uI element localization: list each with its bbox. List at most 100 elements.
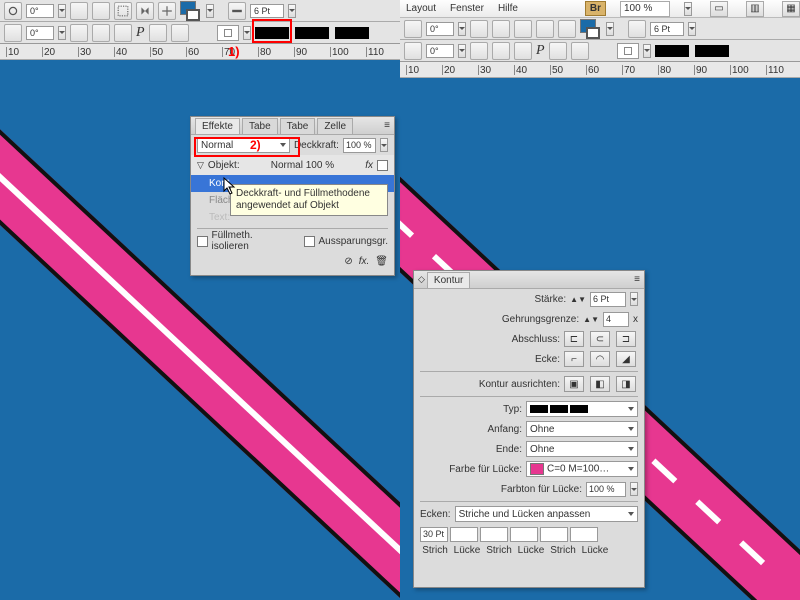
stroke-weight-input-r[interactable]: 6 Pt [650, 22, 684, 36]
gap-input-3[interactable] [570, 527, 598, 542]
tool-icon-a[interactable] [70, 2, 88, 20]
stroke-style-none[interactable] [217, 25, 239, 41]
angle-drop-2r[interactable] [458, 44, 466, 58]
gap-input-1[interactable] [450, 527, 478, 542]
join-bevel-icon[interactable]: ◢ [616, 351, 636, 367]
stroke-sample-2[interactable] [295, 27, 329, 39]
tab-kontur[interactable]: Kontur [427, 272, 470, 288]
isolate-blend-checkbox[interactable] [197, 236, 208, 247]
fill-stroke-swatch[interactable] [180, 1, 202, 21]
cap-butt-icon[interactable]: ⊏ [564, 331, 584, 347]
end-select[interactable]: Ohne [526, 441, 638, 457]
dotted-frame-icon[interactable] [114, 2, 132, 20]
menu-fenster[interactable]: Fenster [450, 3, 484, 14]
arrange-icon[interactable]: ▥ [746, 1, 764, 17]
stroke-style-drop-r[interactable] [643, 44, 651, 58]
stroke-style-none-r[interactable] [617, 43, 639, 59]
paragraph-icon-r[interactable]: P [536, 43, 545, 59]
flip-h-icon[interactable] [136, 2, 154, 20]
stroke-panel-menu-icon[interactable]: ≡ [634, 274, 640, 285]
tab-tabe2[interactable]: Tabe [280, 118, 316, 134]
align-icon-r[interactable] [558, 20, 576, 38]
tool-re[interactable] [514, 42, 532, 60]
gehrung-input[interactable]: 4 [603, 312, 629, 327]
distort-icon-r[interactable] [571, 42, 589, 60]
fx-checkbox[interactable] [377, 160, 388, 171]
tool-icon-e[interactable] [114, 24, 132, 42]
cap-round-icon[interactable]: ⊂ [590, 331, 610, 347]
paragraph-icon[interactable]: P [136, 25, 145, 41]
tool-icon-ra[interactable] [470, 20, 488, 38]
menu-hilfe[interactable]: Hilfe [498, 3, 518, 14]
knockout-checkbox[interactable] [304, 236, 315, 247]
corners-select[interactable]: Striche und Lücken anpassen [455, 506, 638, 522]
rotate-icon-r[interactable] [404, 20, 422, 38]
screen-mode-icon[interactable]: ▭ [710, 1, 728, 17]
tool-icon-d[interactable] [92, 24, 110, 42]
fill-stroke-swatch-r[interactable] [580, 19, 602, 39]
cap-project-icon[interactable]: ⊐ [616, 331, 636, 347]
swatch-drop[interactable] [206, 4, 214, 18]
align-icon[interactable] [158, 2, 176, 20]
bridge-icon[interactable]: Br [585, 1, 606, 16]
angle-input-2[interactable]: 0° [26, 26, 54, 40]
opacity-drop[interactable] [380, 138, 388, 152]
swatch-drop-r[interactable] [606, 22, 614, 36]
angle-drop-1r[interactable] [458, 22, 466, 36]
angle-input-2r[interactable]: 0° [426, 44, 454, 58]
distort-icon[interactable] [171, 24, 189, 42]
flip-v-icon[interactable] [149, 24, 167, 42]
shear-icon[interactable] [4, 24, 22, 42]
shear-icon-r[interactable] [404, 42, 422, 60]
fx-icon[interactable]: fx [365, 160, 373, 171]
staerke-input[interactable]: 6 Pt [590, 292, 626, 307]
staerke-drop[interactable] [630, 292, 638, 306]
panel-menu-icon[interactable]: ≡ [384, 120, 390, 131]
zoom-select[interactable]: 100 % [620, 1, 670, 17]
align-outside-icon[interactable]: ◨ [616, 376, 636, 392]
tool-icon-rb[interactable] [492, 20, 510, 38]
flip-h-icon-r[interactable] [536, 20, 554, 38]
tab-tabe1[interactable]: Tabe [242, 118, 278, 134]
align-center-icon[interactable]: ▣ [564, 376, 584, 392]
opacity-input[interactable]: 100 % [343, 138, 376, 153]
gap-tint-drop[interactable] [630, 482, 638, 496]
dash-input-2[interactable] [480, 527, 508, 542]
gap-input-2[interactable] [510, 527, 538, 542]
type-select[interactable] [526, 401, 638, 417]
start-select[interactable]: Ohne [526, 421, 638, 437]
join-round-icon[interactable]: ◠ [590, 351, 610, 367]
weight-drop-r[interactable] [688, 22, 696, 36]
stroke-sample-r2[interactable] [695, 45, 729, 57]
angle-input-1[interactable]: 0° [26, 4, 54, 18]
tool-icon-b[interactable] [92, 2, 110, 20]
rotate-icon[interactable] [4, 2, 22, 20]
angle-drop-1[interactable] [58, 4, 66, 18]
gap-tint-input[interactable]: 100 % [586, 482, 626, 497]
trash-icon[interactable]: 🗑 [375, 256, 388, 267]
workspace-icon[interactable]: ▦ [782, 1, 800, 17]
menu-layout[interactable]: Layout [406, 3, 436, 14]
weight-drop[interactable] [288, 4, 296, 18]
tool-rc[interactable] [470, 42, 488, 60]
fx-button[interactable]: fx. [359, 256, 370, 267]
dash-input-3[interactable] [540, 527, 568, 542]
zoom-drop[interactable] [684, 2, 692, 16]
tool-icon-c[interactable] [70, 24, 88, 42]
tool-icon-rc[interactable] [514, 20, 532, 38]
tab-effekte[interactable]: Effekte [195, 118, 240, 134]
dash-input-1[interactable]: 30 Pt [420, 527, 448, 542]
flip-v-icon-r[interactable] [549, 42, 567, 60]
angle-drop-2[interactable] [58, 26, 66, 40]
stroke-weight-input[interactable]: 6 Pt [250, 4, 284, 18]
stroke-sample-r1[interactable] [655, 45, 689, 57]
tab-zelle[interactable]: Zelle [317, 118, 353, 134]
gap-color-select[interactable]: C=0 M=100… [526, 461, 638, 477]
tool-rd[interactable] [492, 42, 510, 60]
angle-input-1r[interactable]: 0° [426, 22, 454, 36]
stroke-style-drop[interactable] [243, 26, 251, 40]
join-miter-icon[interactable]: ⌐ [564, 351, 584, 367]
align-inside-icon[interactable]: ◧ [590, 376, 610, 392]
stroke-sample-3[interactable] [335, 27, 369, 39]
clear-fx-icon[interactable]: ⊘ [344, 256, 352, 267]
